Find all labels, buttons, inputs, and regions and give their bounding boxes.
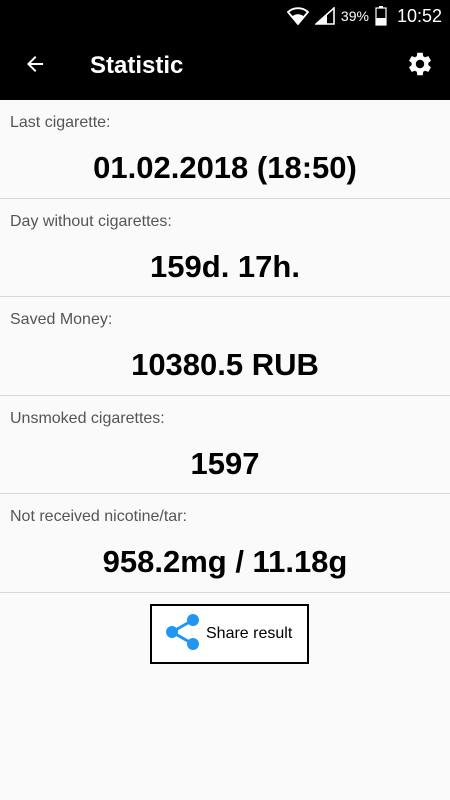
stat-label: Unsmoked cigarettes: (10, 409, 165, 427)
stat-label: Not received nicotine/tar: (10, 508, 187, 525)
arrow-left-icon (23, 52, 47, 81)
stat-value: 958.2mg / 11.18g (102, 544, 348, 579)
back-button[interactable] (0, 32, 70, 100)
page-title: Statistic (90, 52, 184, 79)
battery-percentage: 39% (340, 8, 369, 24)
status-clock: 10:52 (396, 5, 442, 26)
stat-label: Day without cigarettes: (10, 212, 172, 230)
stat-unsmoked: Unsmoked cigarettes: 1597 (0, 396, 450, 494)
share-button-label: Share result (206, 625, 293, 642)
stat-label: Last cigarette: (10, 114, 111, 131)
signal-icon (314, 7, 335, 25)
status-bar: 39% 10:52 (0, 0, 450, 32)
stat-label: Saved Money: (10, 311, 113, 328)
stat-saved-money: Saved Money: 10380.5 RUB (0, 297, 450, 396)
stat-days-without: Day without cigarettes: 159d. 17h. (0, 199, 450, 297)
settings-button[interactable] (390, 32, 450, 100)
stat-last-cigarette: Last cigarette: 01.02.2018 (18:50) (0, 100, 450, 199)
stat-value: 1597 (190, 445, 260, 481)
stat-value: 159d. 17h. (150, 248, 300, 284)
stat-nicotine-tar: Not received nicotine/tar: 958.2mg / 11.… (0, 494, 450, 593)
stat-value: 10380.5 RUB (131, 347, 319, 382)
stat-value: 01.02.2018 (18:50) (93, 150, 357, 185)
stats-list: Last cigarette: 01.02.2018 (18:50) Day w… (0, 100, 450, 593)
share-result-button[interactable]: Share result (150, 604, 309, 664)
wifi-icon (286, 7, 309, 25)
gear-icon (406, 50, 434, 83)
battery-icon (375, 6, 387, 26)
app-bar: Statistic (0, 32, 450, 100)
share-icon (164, 612, 202, 657)
